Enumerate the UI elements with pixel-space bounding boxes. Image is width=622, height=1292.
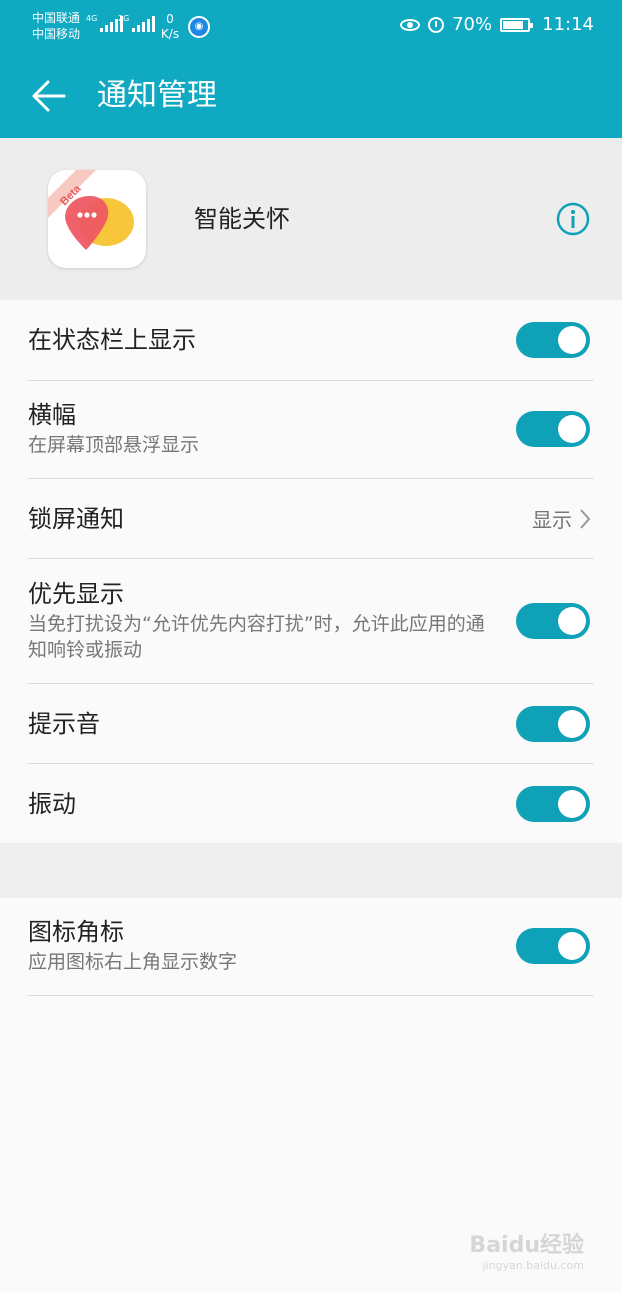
setting-subtitle: 当免打扰设为“允许优先内容打扰”时，允许此应用的通知响铃或振动 xyxy=(28,613,485,661)
setting-subtitle: 应用图标右上角显示数字 xyxy=(28,951,238,973)
title-bar: 中国联通 中国移动 4G 2G 0 K/s ◉ 70% 11:14 通知管理 xyxy=(0,0,622,138)
setting-value: 显示 xyxy=(532,508,572,532)
network-speed: 0 K/s xyxy=(158,12,182,42)
signal-icon: 2G xyxy=(118,14,155,32)
app-icon: Beta xyxy=(48,170,146,268)
eye-comfort-icon xyxy=(400,18,421,31)
watermark-url: jingyan.baidu.com xyxy=(482,1259,584,1272)
speed-value: 0 xyxy=(166,12,174,26)
hotspot-icon: ◉ xyxy=(188,16,210,38)
sound-toggle[interactable] xyxy=(516,706,590,742)
setting-title: 锁屏通知 xyxy=(28,505,124,533)
setting-lock-screen[interactable]: 锁屏通知 显示 xyxy=(28,479,594,559)
watermark-brand: Baidu经验 xyxy=(469,1233,584,1258)
setting-subtitle: 在屏幕顶部悬浮显示 xyxy=(28,434,200,456)
app-logo: Beta xyxy=(48,170,134,250)
priority-toggle[interactable] xyxy=(516,603,590,639)
setting-status-bar[interactable]: 在状态栏上显示 xyxy=(28,300,594,381)
speed-unit: K/s xyxy=(160,27,180,41)
section-divider xyxy=(0,843,622,898)
carrier-1: 中国联通 xyxy=(32,11,81,25)
setting-title: 在状态栏上显示 xyxy=(28,326,196,354)
carrier-2: 中国移动 xyxy=(32,27,81,41)
network-type-2: 2G xyxy=(118,14,130,23)
app-name: 智能关怀 xyxy=(194,205,290,233)
vibration-toggle[interactable] xyxy=(516,786,590,822)
back-arrow-icon[interactable] xyxy=(28,76,68,116)
chevron-right-icon xyxy=(580,508,591,529)
badge-toggle[interactable] xyxy=(516,928,590,964)
watermark: Baidu经验 jingyan.baidu.com xyxy=(469,1227,584,1272)
setting-title: 提示音 xyxy=(28,710,100,738)
battery-percent: 70% xyxy=(452,14,493,35)
setting-title: 优先显示 xyxy=(28,580,124,608)
setting-banner[interactable]: 横幅 在屏幕顶部悬浮显示 xyxy=(28,381,594,479)
setting-title: 振动 xyxy=(28,790,76,818)
status-bar: 中国联通 中国移动 4G 2G 0 K/s ◉ 70% 11:14 xyxy=(0,0,622,56)
setting-priority[interactable]: 优先显示 当免打扰设为“允许优先内容打扰”时，允许此应用的通知响铃或振动 xyxy=(28,559,594,684)
app-info-section: Beta 智能关怀 xyxy=(0,138,622,300)
lock-screen-value: 显示 xyxy=(532,504,592,533)
alarm-icon xyxy=(428,16,445,33)
setting-vibration[interactable]: 振动 xyxy=(28,764,594,843)
settings-list-badges: 图标角标 应用图标右上角显示数字 xyxy=(0,898,622,996)
status-right: 70% 11:14 xyxy=(400,14,594,35)
network-type-1: 4G xyxy=(86,14,98,23)
settings-list: 在状态栏上显示 横幅 在屏幕顶部悬浮显示 锁屏通知 显示 优先显示 当免打扰设为… xyxy=(0,300,622,843)
info-icon[interactable] xyxy=(556,202,590,236)
clock: 11:14 xyxy=(542,14,594,35)
carrier-info: 中国联通 中国移动 xyxy=(32,10,80,42)
setting-title: 横幅 xyxy=(28,401,76,429)
battery-icon xyxy=(500,17,534,32)
setting-title: 图标角标 xyxy=(28,918,124,946)
status-bar-toggle[interactable] xyxy=(516,322,590,358)
app-header: 通知管理 xyxy=(0,56,622,138)
setting-badge[interactable]: 图标角标 应用图标右上角显示数字 xyxy=(28,898,594,996)
setting-sound[interactable]: 提示音 xyxy=(28,684,594,764)
page-title: 通知管理 xyxy=(97,78,217,113)
banner-toggle[interactable] xyxy=(516,411,590,447)
